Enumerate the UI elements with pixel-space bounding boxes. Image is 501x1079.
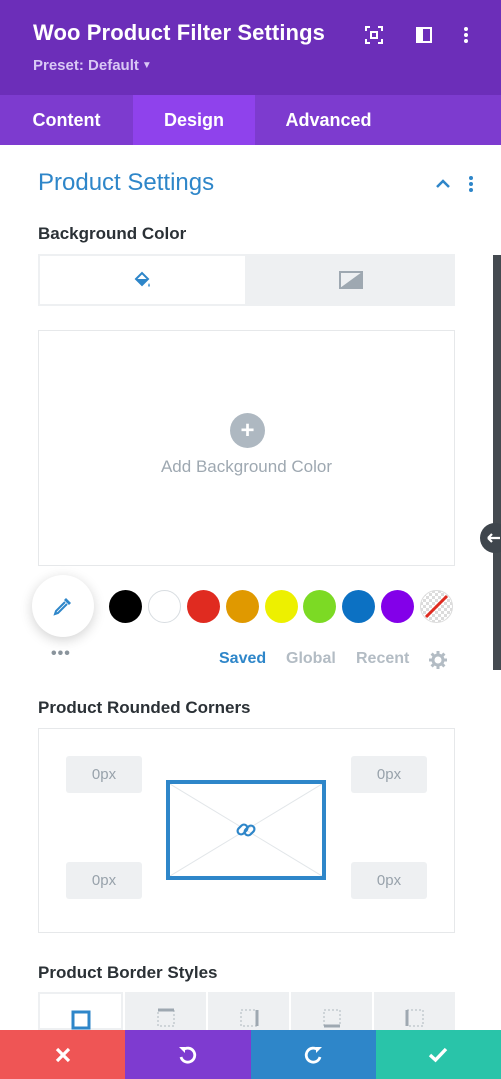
- resize-handle[interactable]: [480, 523, 501, 553]
- tab-advanced[interactable]: Advanced: [255, 95, 402, 145]
- border-styles-label: Product Border Styles: [38, 963, 218, 982]
- color-swatch-blue[interactable]: [342, 590, 375, 623]
- more-vertical-icon[interactable]: [456, 25, 476, 45]
- save-button[interactable]: [375, 1030, 501, 1079]
- preset-selector[interactable]: Preset: Default ▼: [33, 57, 152, 74]
- caret-down-icon: ▼: [141, 60, 152, 71]
- palette-tab-saved[interactable]: Saved: [219, 650, 266, 668]
- redo-button[interactable]: [250, 1030, 376, 1079]
- background-color-label: Background Color: [38, 224, 187, 243]
- action-bar: [0, 1030, 501, 1079]
- palette-tab-global[interactable]: Global: [286, 650, 336, 668]
- corner-top-right-input[interactable]: 0px: [351, 756, 427, 793]
- border-right-icon: [239, 1009, 258, 1027]
- border-bottom-icon: [322, 1009, 341, 1028]
- tab-content[interactable]: Content: [0, 95, 133, 145]
- settings-tabs: Content Design Advanced: [0, 95, 501, 145]
- add-background-color-text: Add Background Color: [160, 457, 333, 476]
- border-left-icon: [405, 1009, 424, 1027]
- border-bottom-tab[interactable]: [291, 992, 372, 1030]
- more-colors-icon[interactable]: •••: [51, 645, 71, 663]
- close-icon: [55, 1047, 70, 1062]
- fullscreen-icon[interactable]: [364, 25, 384, 45]
- undo-button[interactable]: [125, 1030, 251, 1079]
- arrow-left-icon: [487, 533, 500, 543]
- discard-button[interactable]: [0, 1030, 126, 1079]
- border-side-selector: [38, 992, 455, 1030]
- link-icon[interactable]: [234, 818, 258, 842]
- corner-bottom-left-input[interactable]: 0px: [66, 862, 142, 899]
- background-color-preview[interactable]: + Add Background Color: [38, 330, 455, 566]
- border-right-tab[interactable]: [208, 992, 289, 1030]
- border-all-sides-tab[interactable]: [38, 992, 123, 1030]
- border-all-icon: [71, 1010, 90, 1030]
- transparent-swatch-icon[interactable]: [420, 590, 453, 623]
- color-swatch-orange[interactable]: [226, 590, 259, 623]
- corner-bottom-right-input[interactable]: 0px: [351, 862, 427, 899]
- rounded-corners-label: Product Rounded Corners: [38, 698, 251, 717]
- color-swatch-purple[interactable]: [381, 590, 414, 623]
- color-swatch-white[interactable]: [148, 590, 181, 623]
- color-swatch-green[interactable]: [303, 590, 336, 623]
- border-top-tab[interactable]: [125, 992, 206, 1030]
- add-color-icon[interactable]: +: [230, 413, 265, 448]
- tab-design[interactable]: Design: [133, 95, 255, 145]
- modal-title: Woo Product Filter Settings: [33, 20, 325, 45]
- sidebar-layout-icon[interactable]: [414, 25, 434, 45]
- undo-icon: [178, 1046, 196, 1064]
- settings-content: Product Settings Background Color + Add …: [0, 145, 501, 1030]
- eyedropper-icon: [53, 598, 71, 616]
- scrollbar[interactable]: [493, 255, 501, 670]
- background-color-tab[interactable]: [38, 254, 247, 306]
- checkmark-icon: [429, 1047, 448, 1062]
- corner-preview: [166, 780, 326, 880]
- background-type-tabs: [38, 254, 455, 306]
- chevron-up-icon[interactable]: [434, 177, 452, 191]
- gear-icon[interactable]: [429, 651, 447, 669]
- section-options-icon[interactable]: [466, 175, 476, 193]
- background-gradient-tab[interactable]: [246, 254, 455, 306]
- redo-icon: [305, 1046, 323, 1064]
- section-title: Product Settings: [38, 169, 215, 196]
- preset-label: Preset: Default: [33, 57, 139, 74]
- border-left-tab[interactable]: [374, 992, 455, 1030]
- gradient-icon: [338, 271, 363, 289]
- border-top-icon: [156, 1008, 175, 1027]
- eyedropper-button[interactable]: [32, 575, 94, 637]
- color-swatch-red[interactable]: [187, 590, 220, 623]
- corner-top-left-input[interactable]: 0px: [66, 756, 142, 793]
- palette-tab-recent[interactable]: Recent: [356, 650, 409, 668]
- color-swatch-black[interactable]: [109, 590, 142, 623]
- color-swatch-yellow[interactable]: [265, 590, 298, 623]
- rounded-corners-control: 0px 0px 0px 0px: [38, 728, 455, 933]
- paint-bucket-icon: [134, 271, 150, 287]
- settings-header: Woo Product Filter Settings Preset: Defa…: [0, 0, 501, 95]
